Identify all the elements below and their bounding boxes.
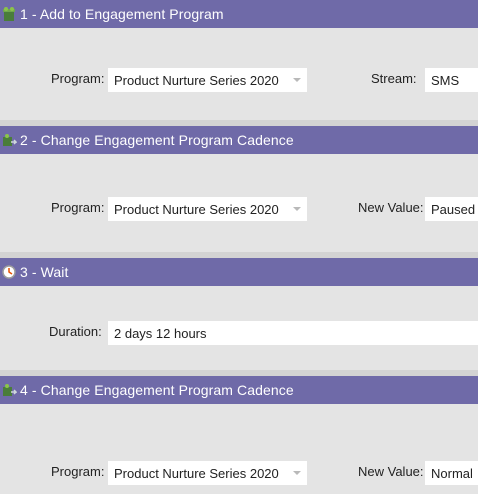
program-value: Product Nurture Series 2020 [114, 201, 279, 217]
program-dropdown[interactable]: Product Nurture Series 2020 [108, 461, 307, 485]
step-header[interactable]: 3 - Wait [0, 258, 478, 286]
duration-value: 2 days 12 hours [114, 325, 207, 341]
program-label: Program: [51, 464, 105, 479]
stream-value: SMS [431, 72, 460, 88]
program-dropdown[interactable]: Product Nurture Series 2020 [108, 197, 307, 221]
step-header[interactable]: 1 - Add to Engagement Program [0, 0, 478, 28]
program-label: Program: [51, 200, 105, 215]
flow-step-2: 2 - Change Engagement Program Cadence Pr… [0, 126, 478, 258]
engagement-cadence-icon [0, 381, 18, 399]
step-header[interactable]: 2 - Change Engagement Program Cadence [0, 126, 478, 154]
new-value-field[interactable]: Normal [425, 461, 478, 485]
stream-label: Stream: [371, 71, 417, 86]
new-value-label: New Value: [358, 200, 424, 215]
duration-label: Duration: [49, 324, 102, 339]
program-value: Product Nurture Series 2020 [114, 72, 279, 88]
engagement-program-icon [0, 5, 18, 23]
step-title: 1 - Add to Engagement Program [20, 6, 224, 22]
stream-field[interactable]: SMS [425, 68, 478, 92]
chevron-down-icon [293, 207, 301, 211]
new-value-field[interactable]: Paused [425, 197, 478, 221]
program-dropdown[interactable]: Product Nurture Series 2020 [108, 68, 307, 92]
step-title: 3 - Wait [20, 264, 69, 280]
new-value-value: Normal [431, 465, 473, 481]
step-title: 4 - Change Engagement Program Cadence [20, 382, 294, 398]
flow-step-4: 4 - Change Engagement Program Cadence Pr… [0, 376, 478, 494]
flow-step-3: 3 - Wait Duration: 2 days 12 hours [0, 258, 478, 376]
step-body: Duration: 2 days 12 hours [0, 286, 478, 370]
engagement-cadence-icon [0, 131, 18, 149]
duration-field[interactable]: 2 days 12 hours [108, 321, 478, 345]
step-header[interactable]: 4 - Change Engagement Program Cadence [0, 376, 478, 404]
new-value-label: New Value: [358, 464, 424, 479]
flow-step-1: 1 - Add to Engagement Program Program: P… [0, 0, 478, 126]
step-body: Program: Product Nurture Series 2020 Str… [0, 28, 478, 120]
step-body: Program: Product Nurture Series 2020 New… [0, 154, 478, 252]
chevron-down-icon [293, 78, 301, 82]
program-value: Product Nurture Series 2020 [114, 465, 279, 481]
program-label: Program: [51, 71, 105, 86]
step-body: Program: Product Nurture Series 2020 New… [0, 404, 478, 494]
new-value-value: Paused [431, 201, 476, 217]
chevron-down-icon [293, 471, 301, 475]
clock-icon [0, 263, 18, 281]
step-title: 2 - Change Engagement Program Cadence [20, 132, 294, 148]
